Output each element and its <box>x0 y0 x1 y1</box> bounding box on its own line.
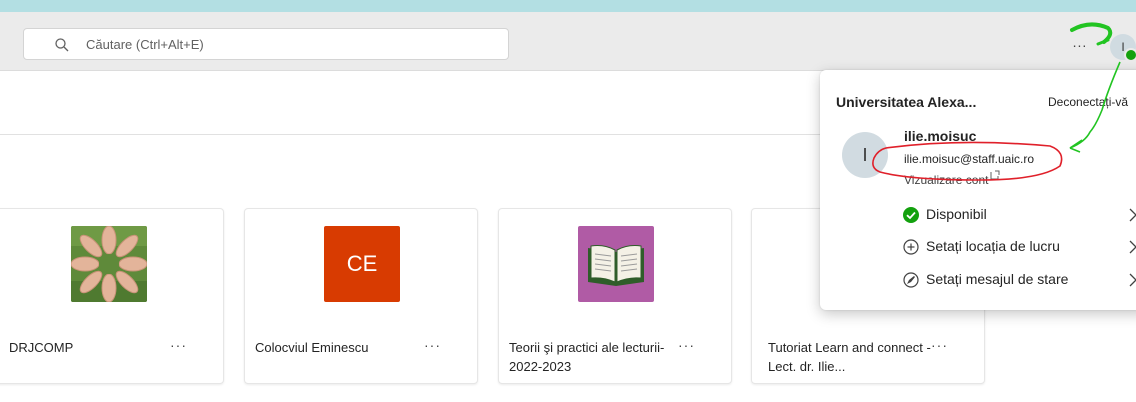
team-initials: CE <box>346 251 378 276</box>
menu-item-label: Disponibil <box>926 206 987 222</box>
status-available-icon <box>903 207 919 223</box>
account-avatar: I <box>842 132 888 178</box>
user-email: ilie.moisuc@staff.uaic.ro <box>904 152 1035 166</box>
team-card[interactable]: DRJCOMP ··· <box>0 208 224 384</box>
hands-circle-photo <box>71 226 147 302</box>
top-accent-strip <box>0 0 1136 12</box>
set-work-location-item[interactable]: Setați locația de lucru <box>900 235 1136 259</box>
menu-item-label: Setați locația de lucru <box>926 238 1060 254</box>
presence-dot-icon <box>1124 48 1136 62</box>
account-avatar-button[interactable]: I <box>1110 34 1136 62</box>
status-available-item[interactable]: Disponibil <box>900 203 1136 227</box>
team-card-title: Colocviul Eminescu <box>255 340 369 355</box>
organization-name: Universitatea Alexa... <box>836 94 977 110</box>
team-card-title: Tutoriat Learn and connect - Lect. dr. I… <box>768 340 931 374</box>
avatar-initial: I <box>862 145 868 165</box>
view-account-link[interactable]: Vizualizare cont <box>904 173 989 187</box>
team-card-more-button[interactable]: ··· <box>424 337 441 353</box>
team-card[interactable]: Teorii şi practici ale lecturii-2022-202… <box>498 208 732 384</box>
chevron-right-icon <box>1129 208 1136 222</box>
open-book-icon <box>578 226 654 302</box>
search-icon <box>55 38 69 52</box>
menu-item-label: Setați mesajul de stare <box>926 271 1069 287</box>
app-header: ... I <box>0 12 1136 71</box>
external-link-icon <box>990 170 1000 180</box>
search-input[interactable] <box>86 29 486 59</box>
more-options-button[interactable]: ... <box>1066 32 1094 56</box>
team-card-more-button[interactable]: ··· <box>170 337 187 353</box>
team-card-more-button[interactable]: ··· <box>931 337 948 353</box>
chevron-right-icon <box>1129 240 1136 254</box>
set-status-message-item[interactable]: Setați mesajul de stare <box>900 268 1136 292</box>
team-card-title: DRJCOMP <box>9 340 74 355</box>
user-name: ilie.moisuc <box>904 128 977 144</box>
team-card-more-button[interactable]: ··· <box>678 337 695 353</box>
location-plus-icon <box>903 239 919 255</box>
team-card[interactable]: CE Colocviul Eminescu ··· <box>244 208 478 384</box>
section-divider <box>0 134 820 135</box>
status-message-icon <box>903 272 919 288</box>
account-flyout: Universitatea Alexa... Deconectați-vă I … <box>820 70 1136 310</box>
team-initials-tile: CE <box>324 226 400 302</box>
sign-out-link[interactable]: Deconectați-vă <box>1048 95 1128 109</box>
chevron-right-icon <box>1129 273 1136 287</box>
search-box[interactable] <box>23 28 509 60</box>
team-card-title: Teorii şi practici ale lecturii-2022-202… <box>509 340 665 374</box>
